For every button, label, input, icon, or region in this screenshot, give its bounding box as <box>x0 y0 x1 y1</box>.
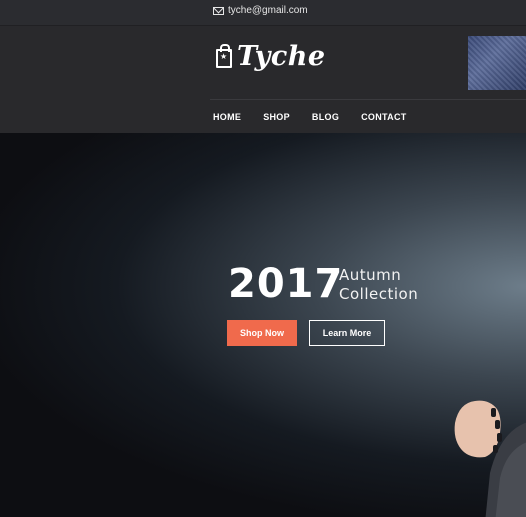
nav-shop[interactable]: SHOP <box>263 112 290 122</box>
learn-more-button[interactable]: Learn More <box>309 320 385 346</box>
top-bar: tyche@gmail.com <box>0 0 526 25</box>
hero-subtitle-line2: Collection <box>339 285 419 303</box>
promo-thumbnail[interactable] <box>468 36 526 90</box>
topbar-email[interactable]: tyche@gmail.com <box>213 5 308 16</box>
nav-blog[interactable]: BLOG <box>312 112 339 122</box>
shop-now-button[interactable]: Shop Now <box>227 320 297 346</box>
shopping-bag-icon <box>216 44 232 68</box>
hero-banner: 2017 Autumn Collection Shop Now Learn Mo… <box>0 133 526 517</box>
hero-year: 2017 <box>228 261 344 307</box>
hero-model-image <box>454 400 526 517</box>
logo-text[interactable]: Tyche <box>237 41 326 72</box>
model-nail <box>495 420 500 429</box>
model-nail <box>491 408 496 417</box>
model-nail <box>497 433 502 442</box>
email-text[interactable]: tyche@gmail.com <box>228 5 308 16</box>
site-logo[interactable]: Tyche <box>216 41 326 72</box>
main-nav: HOME SHOP BLOG CONTACT <box>213 112 407 122</box>
nav-home[interactable]: HOME <box>213 112 241 122</box>
model-nail <box>493 445 498 453</box>
hero-subtitle: Autumn Collection <box>339 266 418 304</box>
nav-contact[interactable]: CONTACT <box>361 112 406 122</box>
hero-subtitle-line1: Autumn <box>339 266 402 284</box>
header-divider <box>210 99 526 100</box>
site-header: Tyche HOME SHOP BLOG CONTACT <box>0 25 526 133</box>
mail-icon <box>213 6 224 15</box>
